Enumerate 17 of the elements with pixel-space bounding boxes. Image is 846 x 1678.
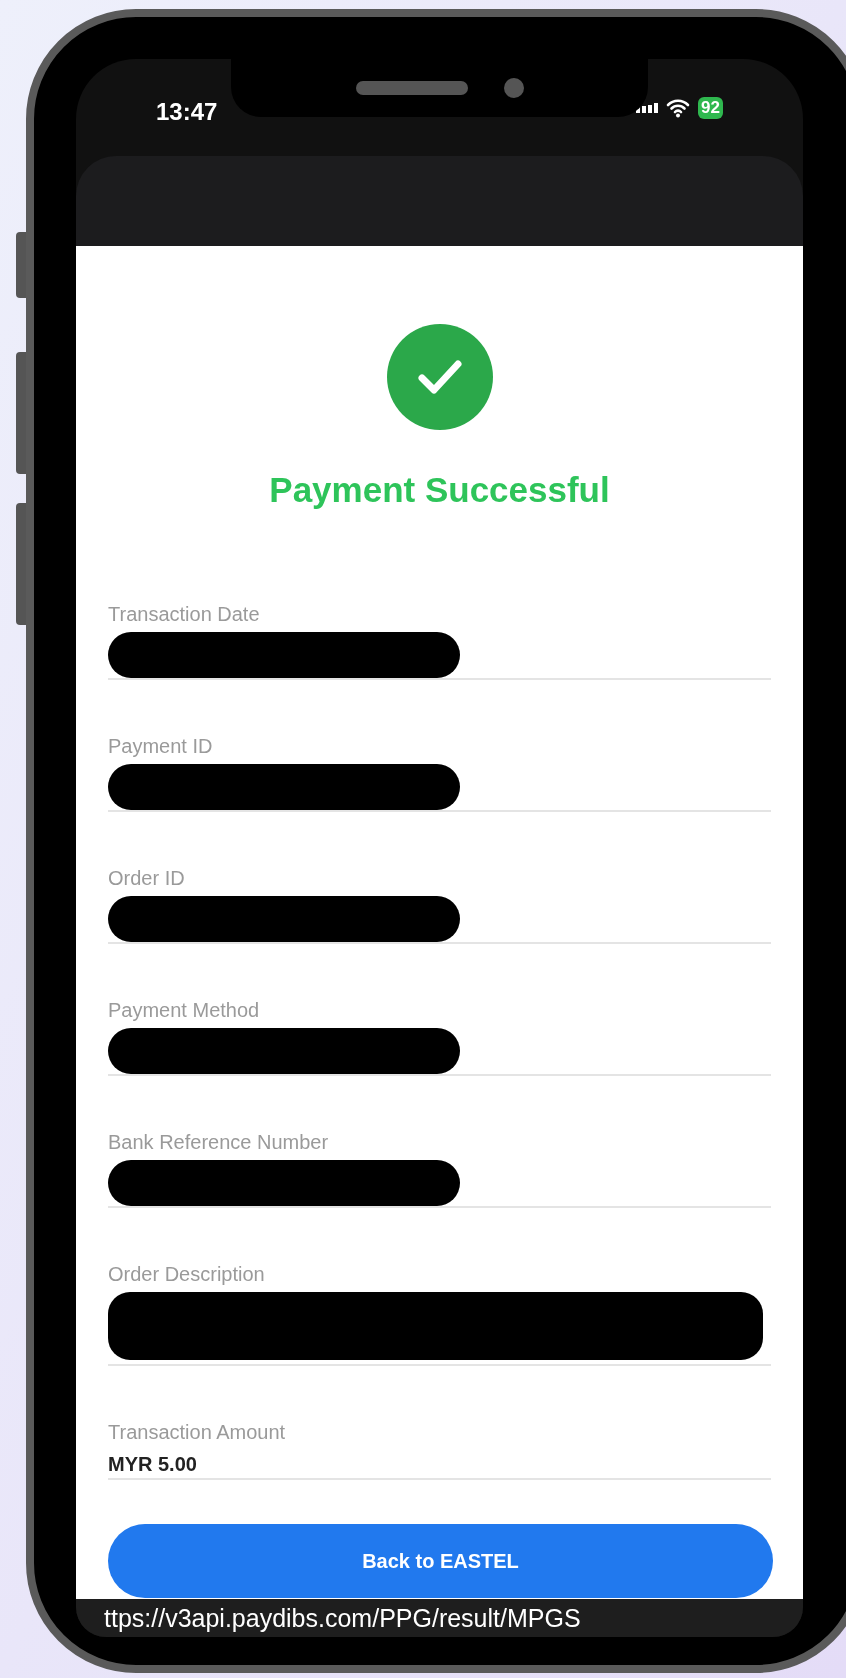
field-label: Order Description bbox=[108, 1262, 266, 1287]
status-time: 13:47 bbox=[156, 97, 218, 127]
field-label: Payment Method bbox=[108, 998, 261, 1023]
field-value: MYR 5.00 bbox=[108, 1453, 197, 1475]
field-label: Payment ID bbox=[108, 734, 214, 759]
signal-icon bbox=[636, 103, 659, 113]
url-text: ttps://v3api.paydibs.com/PPG/result/MPGS bbox=[104, 1603, 581, 1634]
field-label: Bank Reference Number bbox=[108, 1130, 330, 1155]
back-button[interactable]: Back to EASTEL bbox=[108, 1524, 773, 1598]
field-label: Transaction Date bbox=[108, 602, 261, 627]
speaker-icon bbox=[355, 81, 468, 95]
wifi-icon bbox=[666, 98, 691, 118]
field-label: Order ID bbox=[108, 866, 186, 891]
result-title: Payment Successful bbox=[269, 469, 610, 511]
field-label: Transaction Amount bbox=[108, 1420, 287, 1445]
battery-indicator: 92 bbox=[698, 97, 723, 119]
camera-icon bbox=[503, 78, 524, 98]
